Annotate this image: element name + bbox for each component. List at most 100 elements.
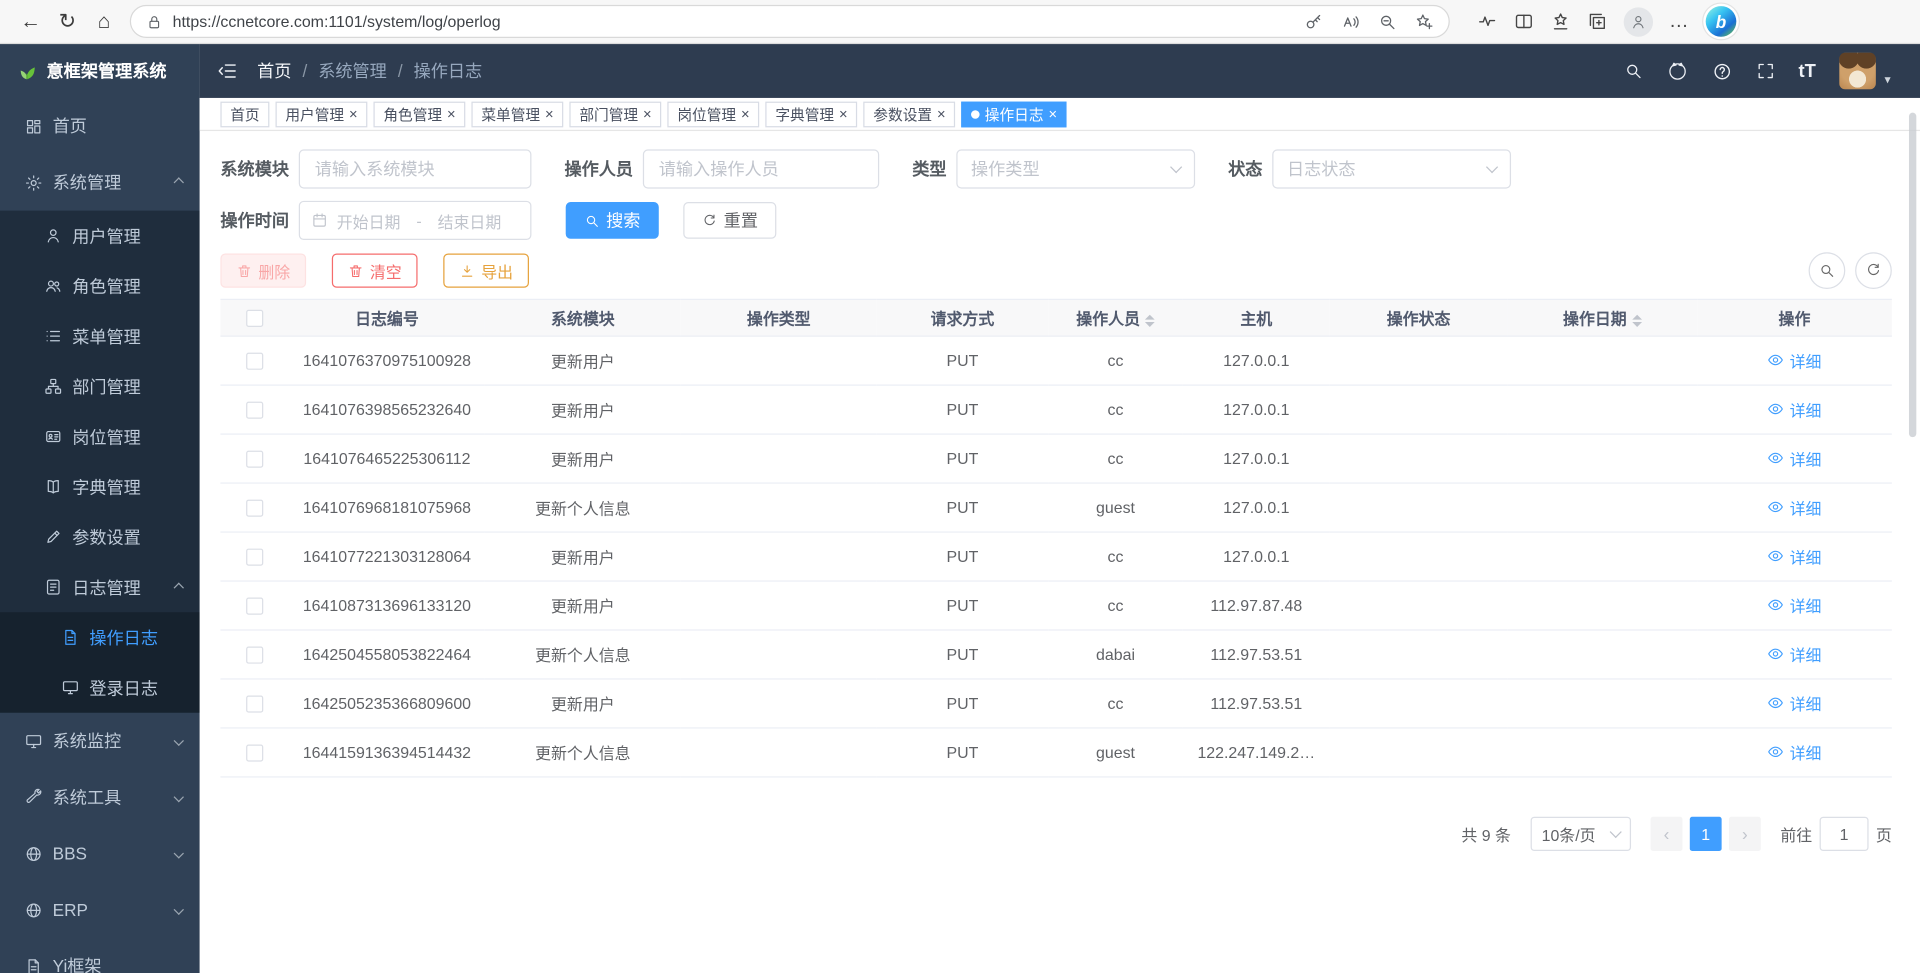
clear-button[interactable]: 清空 [332,253,418,287]
header-search-icon[interactable] [1623,61,1643,81]
zoom-out-icon[interactable] [1378,12,1398,32]
row-checkbox[interactable] [246,598,263,615]
tag-menu-mgmt[interactable]: 菜单管理× [472,101,564,127]
breadcrumb-home[interactable]: 首页 [257,59,291,83]
date-range-picker[interactable]: 开始日期 - 结束日期 [299,201,532,240]
sort-control[interactable] [1632,314,1642,326]
row-checkbox[interactable] [246,353,263,370]
row-checkbox[interactable] [246,500,263,517]
sidebar-item-yi-framework[interactable]: Yi框架 [0,938,200,973]
tag-dict-mgmt[interactable]: 字典管理× [766,101,858,127]
reset-button[interactable]: 重置 [683,202,776,239]
status-select[interactable]: 日志状态 [1272,149,1511,188]
scrollbar[interactable] [1909,113,1916,437]
browser-refresh-button[interactable]: ↻ [49,4,86,38]
sidebar-item-login-log[interactable]: 登录日志 [0,662,200,712]
delete-button[interactable]: 删除 [220,253,306,287]
sidebar-item-menu-mgmt[interactable]: 菜单管理 [0,311,200,361]
fullscreen-icon[interactable] [1756,61,1776,81]
sidebar-item-home[interactable]: 首页 [0,98,200,154]
tag-home[interactable]: 首页 [220,101,269,127]
detail-link[interactable]: 详细 [1768,741,1822,764]
module-input[interactable] [299,149,532,188]
sidebar-item-dict-mgmt[interactable]: 字典管理 [0,462,200,512]
detail-link[interactable]: 详细 [1768,545,1822,568]
show-search-toggle-button[interactable] [1809,252,1846,289]
select-all-checkbox[interactable] [246,310,263,327]
type-select[interactable]: 操作类型 [956,149,1195,188]
close-icon[interactable]: × [741,107,750,122]
browser-essentials-icon[interactable] [1477,11,1498,32]
detail-link[interactable]: 详细 [1768,594,1822,617]
close-icon[interactable]: × [1048,107,1057,122]
sort-control[interactable] [1145,314,1155,326]
browser-menu-icon[interactable]: … [1669,10,1690,32]
detail-link[interactable]: 详细 [1768,496,1822,519]
detail-link[interactable]: 详细 [1768,447,1822,470]
detail-link[interactable]: 详细 [1768,349,1822,372]
next-page-button[interactable]: › [1729,817,1761,851]
book-icon [44,478,62,496]
tag-dept-mgmt[interactable]: 部门管理× [570,101,662,127]
sidebar-item-oper-log[interactable]: 操作日志 [0,612,200,662]
tag-oper-log[interactable]: 操作日志× [962,101,1067,127]
help-icon[interactable] [1712,61,1733,82]
sidebar-item-system-tools[interactable]: 系统工具 [0,769,200,825]
collections-icon[interactable] [1587,11,1608,32]
github-icon[interactable] [1666,60,1688,82]
detail-link[interactable]: 详细 [1768,643,1822,666]
sidebar-item-user-mgmt[interactable]: 用户管理 [0,211,200,261]
favorites-add-icon[interactable] [1414,12,1434,32]
current-page-button[interactable]: 1 [1690,817,1722,851]
close-icon[interactable]: × [447,107,456,122]
refresh-table-button[interactable] [1855,252,1892,289]
browser-home-button[interactable]: ⌂ [86,4,123,38]
read-aloud-icon[interactable] [1341,12,1361,32]
goto-page-input[interactable] [1820,817,1869,851]
row-checkbox[interactable] [246,647,263,664]
breadcrumb-system-mgmt[interactable]: 系统管理 [318,59,387,83]
close-icon[interactable]: × [545,107,554,122]
sidebar-item-param-settings[interactable]: 参数设置 [0,512,200,562]
operator-input[interactable] [643,149,879,188]
sidebar-item-dept-mgmt[interactable]: 部门管理 [0,361,200,411]
sidebar-item-post-mgmt[interactable]: 岗位管理 [0,411,200,461]
log-submenu: 操作日志 登录日志 [0,612,200,712]
tag-role-mgmt[interactable]: 角色管理× [374,101,466,127]
browser-back-button[interactable]: ← [12,4,49,38]
sidebar-item-bbs[interactable]: BBS [0,825,200,881]
search-button[interactable]: 搜索 [566,202,659,239]
sidebar-item-erp[interactable]: ERP [0,882,200,938]
favorites-icon[interactable] [1550,11,1571,32]
sidebar-item-log-mgmt[interactable]: 日志管理 [0,562,200,612]
split-screen-icon[interactable] [1513,11,1534,32]
font-size-icon[interactable]: tT [1799,61,1816,82]
row-checkbox[interactable] [246,696,263,713]
row-checkbox[interactable] [246,402,263,419]
address-bar[interactable]: https://ccnetcore.com:1101/system/log/op… [130,5,1450,38]
detail-link[interactable]: 详细 [1768,398,1822,421]
close-icon[interactable]: × [839,107,848,122]
sidebar-item-system-mgmt[interactable]: 系统管理 [0,154,200,210]
tag-post-mgmt[interactable]: 岗位管理× [668,101,760,127]
sidebar-item-system-monitor[interactable]: 系统监控 [0,713,200,769]
row-checkbox[interactable] [246,451,263,468]
close-icon[interactable]: × [643,107,652,122]
prev-page-button[interactable]: ‹ [1651,817,1683,851]
sidebar-collapse-icon[interactable] [217,60,239,82]
browser-profile-avatar[interactable] [1624,7,1653,36]
password-key-icon[interactable] [1304,12,1324,32]
tag-user-mgmt[interactable]: 用户管理× [276,101,368,127]
row-checkbox[interactable] [246,549,263,566]
close-icon[interactable]: × [937,107,946,122]
page-size-select[interactable]: 10条/页 [1531,817,1631,851]
detail-link[interactable]: 详细 [1768,692,1822,715]
app-logo[interactable]: 意框架管理系统 [0,44,200,98]
tag-param-settings[interactable]: 参数设置× [864,101,956,127]
export-button[interactable]: 导出 [443,253,529,287]
user-avatar[interactable] [1839,53,1876,90]
close-icon[interactable]: × [349,107,358,122]
sidebar-item-role-mgmt[interactable]: 角色管理 [0,261,200,311]
bing-icon[interactable]: b [1706,6,1737,37]
row-checkbox[interactable] [246,745,263,762]
